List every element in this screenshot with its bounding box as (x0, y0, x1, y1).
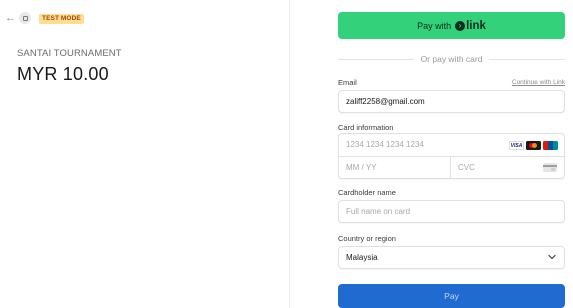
country-selected-value: Malaysia (346, 253, 378, 262)
price-total: MYR 10.00 (17, 64, 109, 84)
pay-with-link-button[interactable]: Pay with › link (338, 12, 565, 39)
visa-icon: VISA (509, 141, 524, 150)
cvc-card-icon (543, 163, 557, 172)
country-select[interactable]: Malaysia (338, 246, 565, 269)
test-mode-badge: TEST MODE (39, 14, 84, 24)
card-information-group: 1234 1234 1234 1234 VISA MM / YY CVC (338, 133, 565, 179)
email-field[interactable]: zaliff2258@gmail.com (338, 90, 565, 113)
cardholder-name-input[interactable]: Full name on card (338, 200, 565, 223)
product-name: SANTAI TOURNAMENT (17, 48, 122, 59)
card-number-placeholder: 1234 1234 1234 1234 (346, 140, 424, 149)
chevron-down-icon (548, 254, 556, 260)
payment-form-pane: Pay with › link Or pay with card Email C… (290, 0, 573, 308)
email-label: Email (338, 78, 357, 87)
mastercard-icon (526, 141, 541, 150)
card-cvc-placeholder: CVC (458, 163, 475, 172)
link-brand: › link (455, 20, 486, 32)
pay-button[interactable]: Pay (338, 284, 565, 308)
card-cvc-input[interactable]: CVC (451, 157, 564, 179)
or-divider-text: Or pay with card (420, 54, 483, 64)
link-brand-text: link (466, 19, 486, 32)
cardholder-name-label: Cardholder name (338, 188, 396, 197)
store-icon (19, 12, 31, 24)
arrow-left-icon[interactable]: ← (5, 12, 16, 24)
link-logo-icon: › (455, 20, 466, 31)
card-information-label: Card information (338, 123, 394, 132)
card-expiry-placeholder: MM / YY (346, 163, 377, 172)
pay-with-link-prefix: Pay with (417, 20, 452, 31)
card-brands: VISA (509, 141, 558, 150)
cardholder-name-placeholder: Full name on card (346, 207, 411, 216)
or-divider: Or pay with card (338, 53, 566, 65)
order-summary-pane: ← TEST MODE SANTAI TOURNAMENT MYR 10.00 (0, 0, 289, 308)
card-number-input[interactable]: 1234 1234 1234 1234 VISA (339, 134, 564, 157)
country-label: Country or region (338, 234, 396, 243)
continue-with-link-link[interactable]: Continue with Link (512, 79, 565, 86)
unionpay-icon (543, 141, 558, 150)
card-expiry-input[interactable]: MM / YY (339, 157, 451, 179)
